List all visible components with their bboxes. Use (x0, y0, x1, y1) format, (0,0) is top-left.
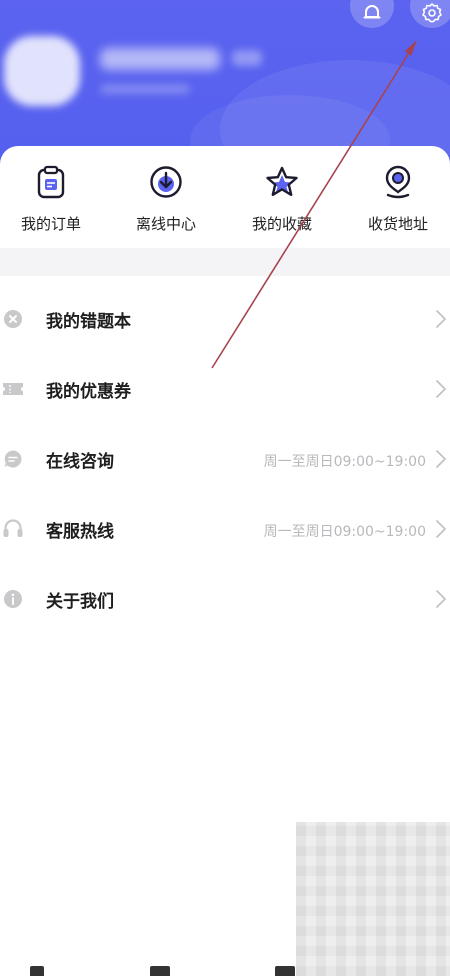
clipboard-icon (33, 164, 69, 200)
download-circle-icon (148, 164, 184, 200)
user-subline-blurred (100, 84, 190, 94)
info-circle-icon (2, 588, 24, 610)
shortcut-shipping-address[interactable]: 收货地址 (342, 164, 450, 244)
settings-menu-list: 我的错题本 我的优惠券 在线咨询 周一至周日09:00~19:00 客服热线 周… (0, 284, 450, 634)
username-blurred[interactable] (100, 48, 220, 70)
chevron-right-icon (436, 520, 446, 538)
shortcut-label: 我的收藏 (251, 215, 312, 233)
tab-icon-mine[interactable] (275, 966, 295, 976)
chevron-right-icon (436, 450, 446, 468)
chevron-right-icon (436, 380, 446, 398)
location-pin-icon (380, 164, 416, 200)
menu-item-label: 客服热线 (46, 522, 114, 542)
watermark-blur (296, 822, 450, 976)
chevron-right-icon (436, 310, 446, 328)
headset-icon (2, 518, 24, 540)
bell-icon (363, 5, 381, 19)
bottom-tab-bar (0, 964, 450, 976)
section-divider (0, 248, 450, 276)
menu-item-about-us[interactable]: 关于我们 (0, 564, 450, 634)
tab-icon-home[interactable] (30, 966, 44, 976)
shortcut-label: 我的订单 (20, 215, 81, 233)
menu-item-label: 我的错题本 (46, 312, 131, 332)
menu-item-online-consult[interactable]: 在线咨询 周一至周日09:00~19:00 (0, 424, 450, 494)
x-circle-icon (2, 308, 24, 330)
menu-item-service-hotline[interactable]: 客服热线 周一至周日09:00~19:00 (0, 494, 450, 564)
menu-item-hours: 周一至周日09:00~19:00 (263, 454, 426, 470)
menu-item-label: 我的优惠券 (46, 382, 131, 402)
menu-item-hours: 周一至周日09:00~19:00 (263, 524, 426, 540)
chat-bubble-icon (2, 448, 24, 470)
avatar[interactable] (4, 36, 80, 106)
shortcut-label: 离线中心 (135, 215, 196, 233)
shortcut-my-orders[interactable]: 我的订单 (0, 164, 107, 244)
user-tag-blurred (232, 50, 262, 66)
tab-icon-course[interactable] (150, 966, 170, 976)
menu-item-my-coupons[interactable]: 我的优惠券 (0, 354, 450, 424)
menu-item-label: 关于我们 (46, 592, 114, 612)
gear-icon (422, 3, 442, 23)
shortcut-my-favorites[interactable]: 我的收藏 (226, 164, 338, 244)
star-icon (264, 164, 300, 200)
chevron-right-icon (436, 590, 446, 608)
shortcuts-card: 我的订单 离线中心 我的收藏 收货地址 (0, 146, 450, 248)
settings-button[interactable] (410, 0, 450, 28)
menu-item-label: 在线咨询 (46, 452, 114, 472)
ticket-icon (2, 378, 24, 400)
menu-item-wrong-questions[interactable]: 我的错题本 (0, 284, 450, 354)
shortcut-label: 收货地址 (367, 215, 428, 233)
notification-button[interactable] (350, 0, 394, 28)
shortcut-offline-center[interactable]: 离线中心 (110, 164, 222, 244)
